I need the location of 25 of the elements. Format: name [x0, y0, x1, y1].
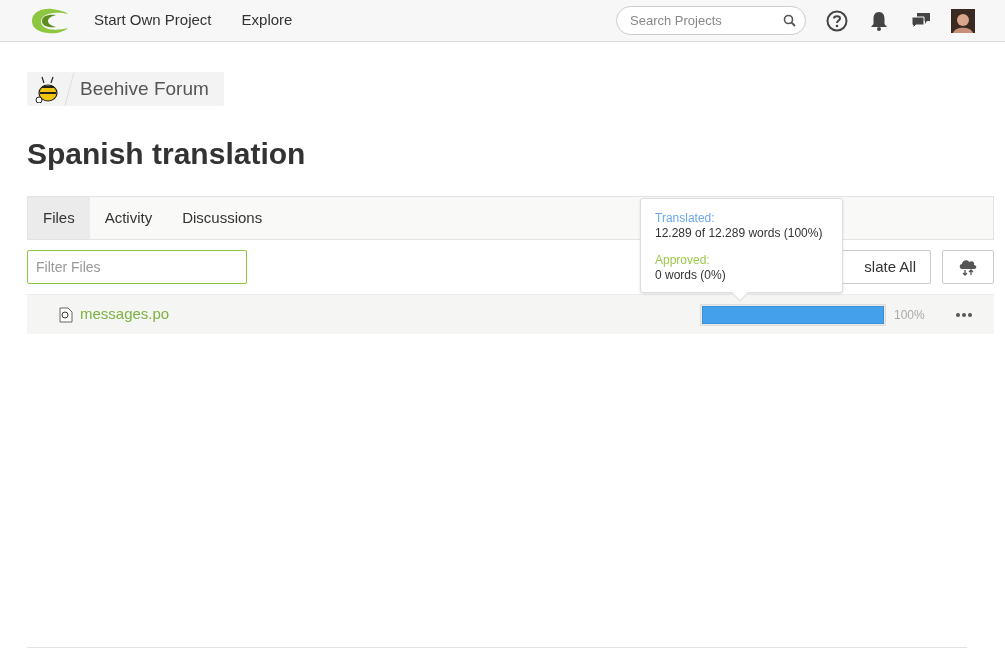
more-button[interactable]	[954, 312, 974, 317]
bee-mascot-icon[interactable]	[35, 75, 59, 103]
translated-value: 12.289 of 12.289 words (100%)	[655, 226, 824, 241]
filter-field[interactable]: Filter Files	[27, 250, 247, 284]
tab[interactable]: Files	[28, 197, 90, 239]
more-icon	[956, 312, 972, 317]
tab[interactable]: Discussions	[167, 197, 278, 239]
bell-icon[interactable]	[870, 10, 888, 31]
approved-label: Approved:	[655, 253, 711, 268]
logo-icon[interactable]	[30, 7, 68, 34]
tab[interactable]: Activity	[89, 197, 168, 239]
search-icon	[783, 14, 796, 27]
avatar[interactable]	[951, 8, 975, 33]
cloud-sync-button[interactable]	[942, 250, 994, 284]
progress-percent: 100%	[894, 306, 926, 324]
nav-link[interactable]: Explore	[241, 9, 293, 32]
help-icon[interactable]	[826, 9, 848, 32]
approved-value: 0 words (0%)	[655, 268, 727, 283]
nav-link[interactable]: Start Own Project	[94, 9, 212, 32]
translated-label: Translated:	[655, 211, 716, 226]
search-field[interactable]: Search Projects	[616, 6, 806, 35]
file-icon	[58, 306, 74, 323]
cloud-icon	[958, 258, 978, 276]
page-title: Spanish translation	[27, 136, 307, 172]
chat-icon[interactable]	[911, 11, 931, 30]
